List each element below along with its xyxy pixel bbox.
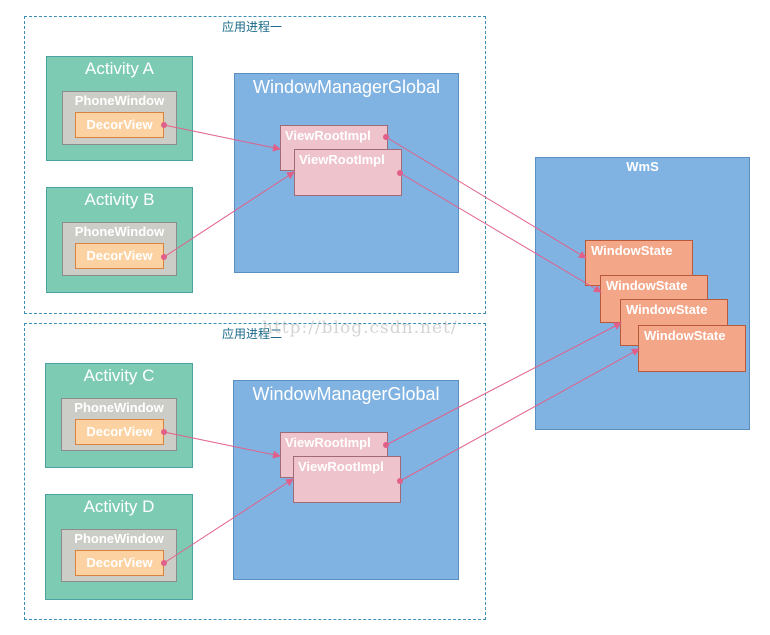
connector-dot <box>161 254 167 260</box>
connector-viewrootimpl-2a-to-windowstate <box>385 322 622 446</box>
connector-layer <box>161 122 640 566</box>
connector-dot <box>397 478 403 484</box>
connector-dot <box>383 134 389 140</box>
connector-decorview-c-to-viewrootimpl <box>163 431 281 459</box>
connector-dot <box>161 429 167 435</box>
connector-decorview-b-to-viewrootimpl <box>163 171 295 258</box>
connector-decorview-d-to-viewrootimpl <box>163 478 294 564</box>
connector-dot <box>161 122 167 128</box>
connector-dot <box>383 442 389 448</box>
connector-viewrootimpl-1b-to-windowstate <box>399 172 602 293</box>
connector-decorview-a-to-viewrootimpl <box>163 124 281 152</box>
connector-dot <box>397 170 403 176</box>
connector-dot <box>161 560 167 566</box>
connector-viewrootimpl-2b-to-windowstate <box>399 348 640 482</box>
connector-viewrootimpl-1a-to-windowstate <box>385 136 587 259</box>
